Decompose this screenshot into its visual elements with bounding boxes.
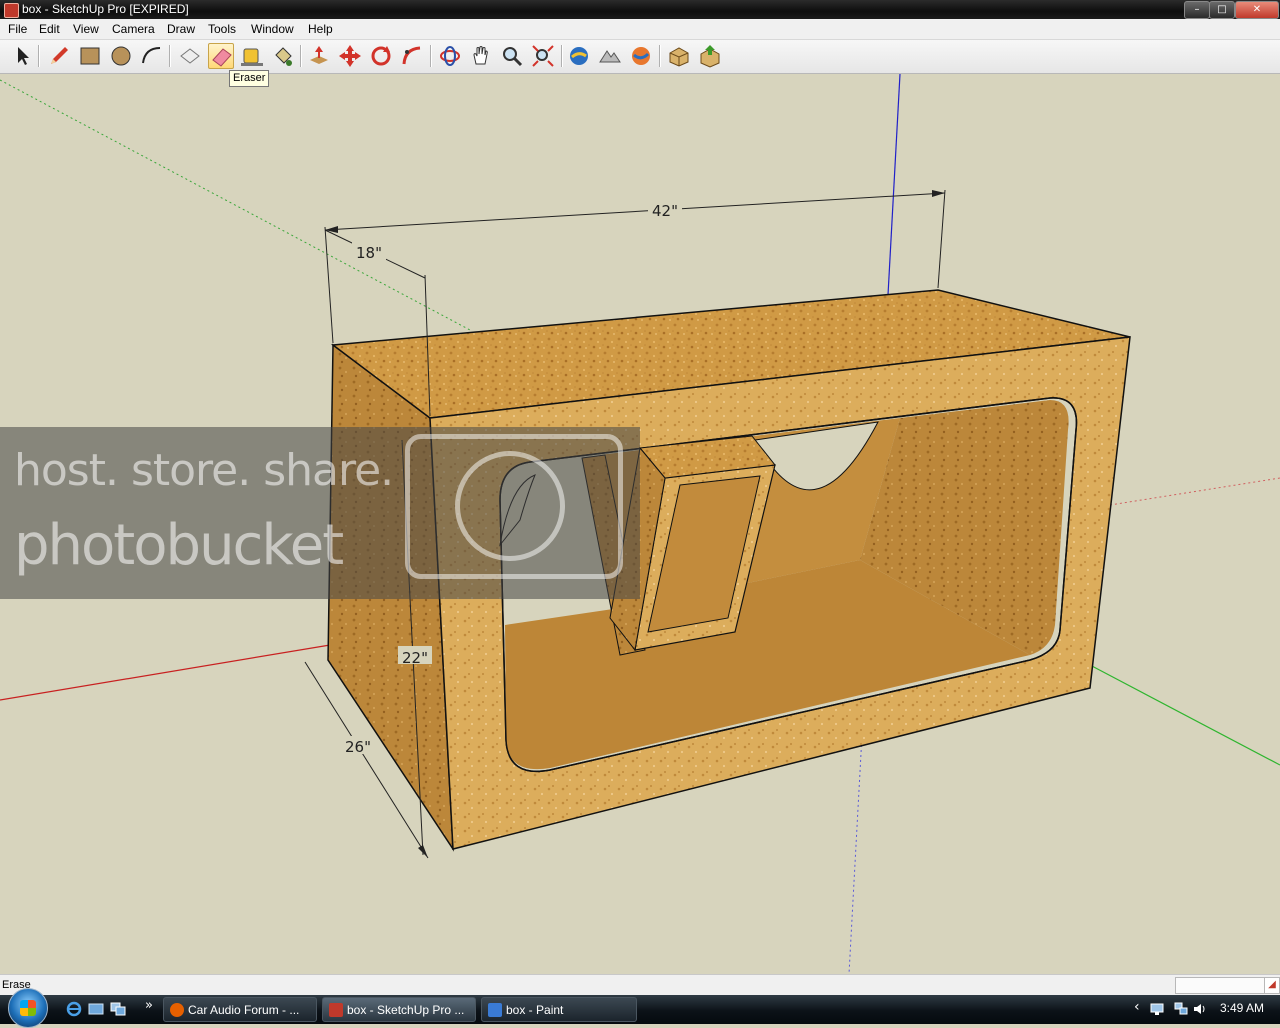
paint-bucket-tool[interactable] — [270, 43, 296, 69]
arc-icon — [142, 47, 161, 64]
circle-tool[interactable] — [108, 43, 134, 69]
taskbar-firefox[interactable]: Car Audio Forum - ... — [163, 997, 317, 1022]
eraser-tooltip: Eraser — [229, 70, 270, 87]
pencil-icon — [51, 47, 68, 64]
arrow-select-icon — [18, 47, 29, 65]
terrain-icon — [599, 50, 621, 63]
share-model-tool[interactable] — [697, 43, 723, 69]
paint-bucket-icon — [275, 47, 292, 66]
move-tool[interactable] — [337, 43, 363, 69]
get-models-icon — [669, 47, 689, 67]
menu-edit[interactable]: Edit — [39, 22, 60, 36]
orbit-tool[interactable] — [437, 43, 463, 69]
move-icon — [339, 45, 361, 67]
tape-measure-icon — [241, 48, 263, 66]
orbit-icon — [440, 46, 460, 66]
follow-me-icon — [402, 46, 421, 65]
close-button[interactable]: ✕ — [1235, 1, 1279, 19]
pencil-tool[interactable] — [46, 43, 72, 69]
rotate-icon — [371, 46, 391, 66]
zoom-extents-tool[interactable] — [530, 43, 556, 69]
firefox-icon — [170, 1003, 184, 1017]
resize-grip-icon[interactable]: ◢ — [1264, 977, 1280, 994]
pan-tool[interactable] — [468, 43, 494, 69]
make-component-tool[interactable] — [177, 43, 203, 69]
network-connection-icon[interactable] — [1174, 1002, 1188, 1016]
camera-icon — [405, 434, 623, 579]
zoom-icon — [503, 47, 523, 67]
system-tray: ‹ 3:49 AM — [1130, 995, 1280, 1024]
menu-file[interactable]: File — [8, 22, 27, 36]
tray-expand-chevron[interactable]: ‹ — [1134, 999, 1140, 1015]
watermark-tagline: host. store. share. — [14, 445, 394, 496]
red-axis — [0, 644, 331, 701]
drawing-viewport[interactable]: 42" 18" 22" 26" host. store. share. phot… — [0, 74, 1280, 974]
quicklaunch-chevron[interactable]: » — [145, 998, 153, 1013]
green-axis — [0, 79, 471, 331]
window-title: box - SketchUp Pro [EXPIRED] — [22, 2, 189, 16]
red-axis-dashed — [1109, 477, 1280, 506]
maximize-button[interactable]: □ — [1209, 1, 1235, 19]
place-model-tool[interactable] — [628, 43, 654, 69]
share-model-icon — [700, 45, 720, 68]
menu-help[interactable]: Help — [308, 22, 333, 36]
zoom-extents-icon — [532, 45, 554, 67]
network-icon[interactable] — [1150, 1002, 1164, 1016]
photobucket-watermark: host. store. share. photobucket — [0, 427, 640, 599]
switch-windows-icon[interactable] — [110, 1001, 126, 1017]
push-pull-tool[interactable] — [306, 43, 332, 69]
rectangle-icon — [80, 47, 100, 65]
get-models-tool[interactable] — [666, 43, 692, 69]
ie-quicklaunch-icon[interactable] — [66, 1001, 82, 1017]
follow-me-tool[interactable] — [399, 43, 425, 69]
toolbar — [0, 40, 1280, 74]
dimension-depth-side-label: 26" — [345, 738, 371, 756]
eraser-icon — [212, 48, 232, 67]
measurements-box[interactable] — [1175, 977, 1265, 994]
minimize-button[interactable]: – — [1184, 1, 1210, 19]
blue-axis-dashed — [848, 734, 863, 974]
push-pull-icon — [310, 46, 328, 64]
sketchup-app-icon — [4, 3, 19, 18]
windows-logo-icon — [20, 1000, 36, 1016]
show-desktop-icon[interactable] — [88, 1001, 104, 1017]
taskbar-paint[interactable]: box - Paint — [481, 997, 637, 1022]
zoom-tool[interactable] — [499, 43, 525, 69]
menu-window[interactable]: Window — [251, 22, 294, 36]
google-earth-icon — [570, 47, 588, 65]
rectangle-tool[interactable] — [77, 43, 103, 69]
menu-camera[interactable]: Camera — [112, 22, 155, 36]
menu-tools[interactable]: Tools — [208, 22, 236, 36]
sketchup-icon — [329, 1003, 343, 1017]
status-bar: Erase ◢ — [0, 974, 1280, 995]
dimension-width-label: 42" — [652, 202, 678, 220]
taskbar-sketchup[interactable]: box - SketchUp Pro ... — [322, 997, 476, 1022]
pan-hand-icon — [473, 46, 488, 65]
menu-draw[interactable]: Draw — [167, 22, 195, 36]
clock[interactable]: 3:49 AM — [1220, 1001, 1264, 1015]
get-current-view-tool[interactable] — [566, 43, 592, 69]
component-icon — [180, 48, 200, 64]
green-axis-solid — [1089, 664, 1280, 766]
volume-icon[interactable] — [1192, 1002, 1206, 1016]
blue-axis — [887, 74, 901, 296]
dimension-depth-top-label: 18" — [356, 244, 382, 262]
start-button[interactable] — [8, 988, 48, 1028]
arc-tool[interactable] — [139, 43, 165, 69]
paint-icon — [488, 1003, 502, 1017]
title-bar: box - SketchUp Pro [EXPIRED] – □ ✕ — [0, 0, 1280, 19]
watermark-brand: photobucket — [14, 513, 344, 578]
place-model-icon — [632, 47, 650, 65]
toggle-terrain-tool[interactable] — [597, 43, 623, 69]
rotate-tool[interactable] — [368, 43, 394, 69]
menu-bar: File Edit View Camera Draw Tools Window … — [0, 19, 1280, 40]
taskbar: » Car Audio Forum - ... box - SketchUp P… — [0, 988, 1280, 1028]
eraser-tool[interactable] — [208, 43, 234, 69]
tape-measure-tool[interactable] — [239, 43, 265, 69]
menu-view[interactable]: View — [73, 22, 99, 36]
circle-icon — [111, 46, 131, 66]
select-tool[interactable] — [9, 43, 35, 69]
dimension-height-label: 22" — [402, 649, 428, 667]
